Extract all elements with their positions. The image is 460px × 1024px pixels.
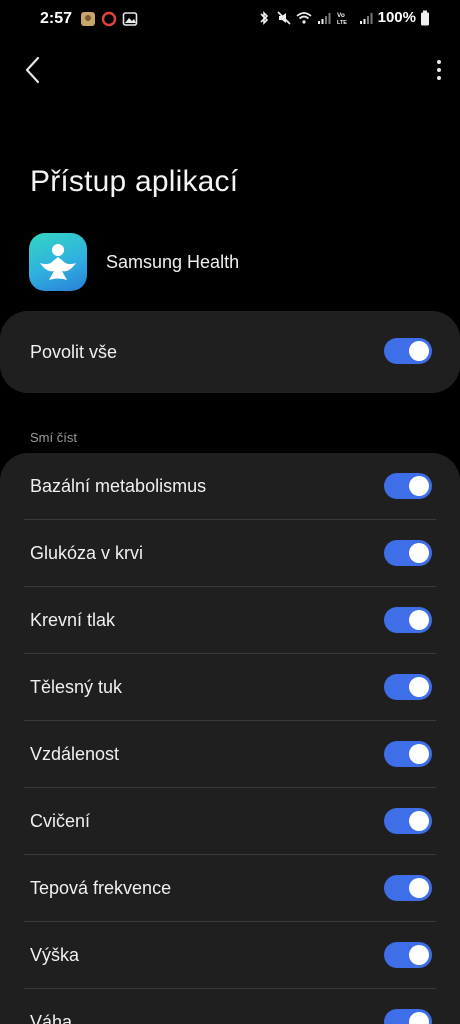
allow-all-label: Povolit vše <box>30 342 118 362</box>
signal-icon <box>359 12 373 24</box>
permission-toggle[interactable] <box>384 808 432 834</box>
svg-text:LTE: LTE <box>337 20 347 26</box>
permission-label: Krevní tlak <box>30 610 116 630</box>
list-item[interactable]: Tělesný tuk <box>0 654 460 721</box>
permission-toggle[interactable] <box>384 607 432 633</box>
status-right-icons: Vo LTE 100% <box>256 9 430 26</box>
app-name: Samsung Health <box>106 251 240 272</box>
permission-toggle[interactable] <box>384 473 432 499</box>
allow-all-toggle[interactable] <box>384 338 432 364</box>
circle-record-icon <box>101 11 117 27</box>
permission-label: Tepová frekvence <box>30 878 172 898</box>
wifi-icon <box>296 11 312 24</box>
samsung-health-icon <box>29 233 87 291</box>
section-header-read: Smí číst <box>30 430 77 445</box>
permission-label: Výška <box>30 945 80 965</box>
list-item[interactable]: Krevní tlak <box>0 587 460 654</box>
more-vertical-icon <box>437 60 441 64</box>
list-item[interactable]: Váha <box>0 989 460 1024</box>
bluetooth-icon <box>260 10 268 25</box>
permission-label: Vzdálenost <box>30 744 120 764</box>
more-options-button[interactable] <box>432 54 446 86</box>
permission-label: Bazální metabolismus <box>30 476 207 496</box>
permissions-list: Bazální metabolismus Glukóza v krvi Krev… <box>0 453 460 1024</box>
permission-toggle[interactable] <box>384 540 432 566</box>
list-item[interactable]: Bazální metabolismus <box>0 453 460 520</box>
gallery-icon <box>122 12 138 26</box>
permission-toggle[interactable] <box>384 942 432 968</box>
volte-icon: Vo LTE <box>337 12 347 26</box>
list-item[interactable]: Tepová frekvence <box>0 855 460 922</box>
notification-app-icon <box>81 12 95 26</box>
permission-label: Tělesný tuk <box>30 677 123 697</box>
allow-all-row[interactable]: Povolit vše <box>0 311 460 393</box>
app-permissions-screen: 2:57 Vo LTE 100% Přístup aplikací Samsun… <box>0 0 460 1024</box>
list-item[interactable]: Výška <box>0 922 460 989</box>
status-left-icons <box>80 11 138 27</box>
back-button[interactable] <box>18 52 50 88</box>
status-time: 2:57 <box>40 10 73 27</box>
permission-toggle[interactable] <box>384 741 432 767</box>
battery-percent: 100% <box>377 9 416 26</box>
chevron-left-icon <box>25 56 40 84</box>
permission-label: Cvičení <box>30 811 91 831</box>
page-title: Přístup aplikací <box>30 165 239 198</box>
permission-toggle[interactable] <box>384 674 432 700</box>
list-item[interactable]: Glukóza v krvi <box>0 520 460 587</box>
permission-toggle[interactable] <box>384 875 432 901</box>
permission-label: Glukóza v krvi <box>30 543 144 563</box>
list-item[interactable]: Cvičení <box>0 788 460 855</box>
permission-toggle[interactable] <box>384 1009 432 1024</box>
permission-label: Váha <box>30 1012 73 1024</box>
status-bar: 2:57 Vo LTE 100% <box>0 0 460 40</box>
app-info-row: Samsung Health <box>29 233 239 291</box>
mute-icon <box>277 10 291 25</box>
svg-text:Vo: Vo <box>337 12 345 19</box>
list-item[interactable]: Vzdálenost <box>0 721 460 788</box>
battery-icon <box>421 10 429 25</box>
signal-icon <box>317 12 331 24</box>
